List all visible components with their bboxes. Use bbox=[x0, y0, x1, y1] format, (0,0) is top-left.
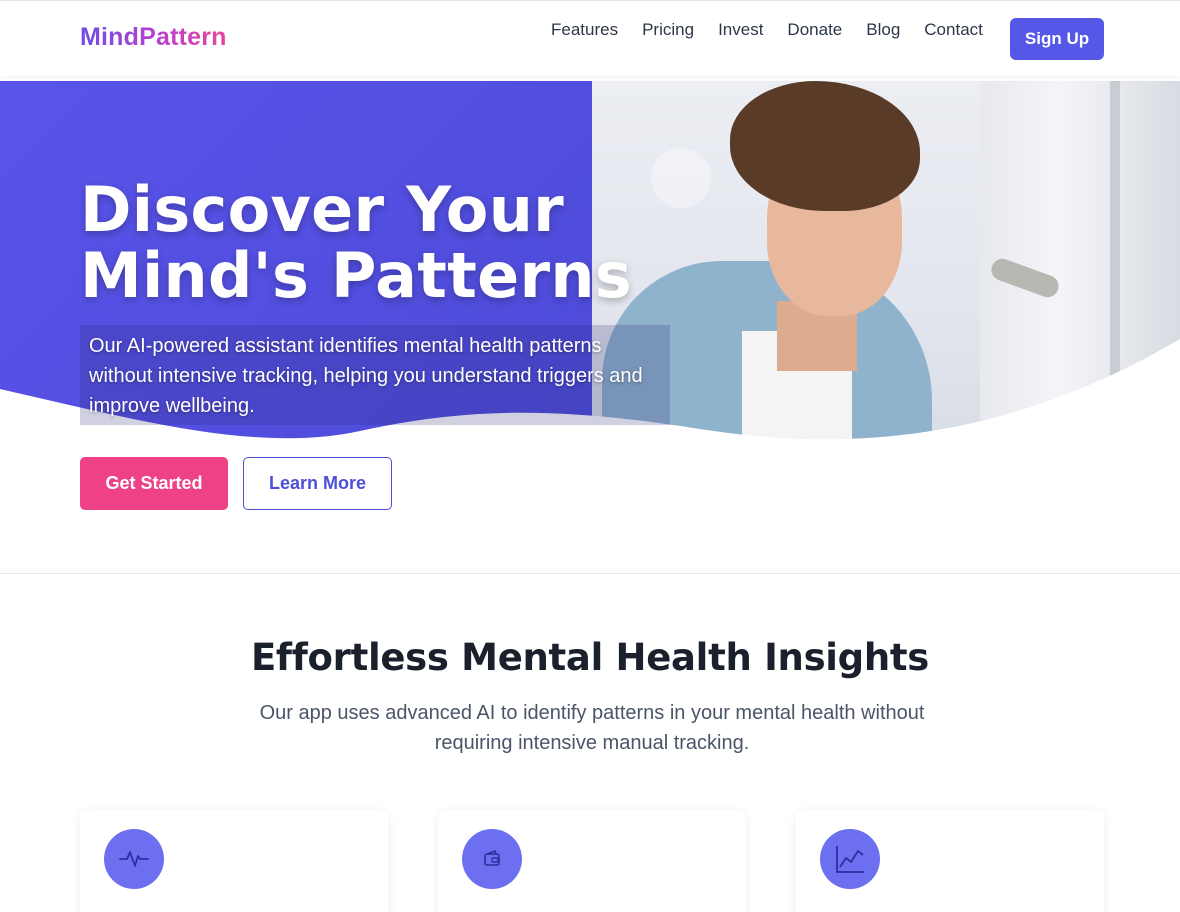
nav-link-contact[interactable]: Contact bbox=[924, 20, 983, 40]
features-subtitle: Our app uses advanced AI to identify pat… bbox=[259, 702, 925, 754]
feature-card bbox=[80, 810, 388, 912]
sign-up-button[interactable]: Sign Up bbox=[1010, 18, 1104, 60]
nav-link-donate[interactable]: Donate bbox=[787, 20, 842, 40]
get-started-button[interactable]: Get Started bbox=[80, 457, 228, 510]
nav-link-pricing[interactable]: Pricing bbox=[642, 20, 694, 40]
section-divider bbox=[0, 573, 1180, 574]
wallet-icon bbox=[462, 829, 522, 889]
features-title: Effortless Mental Health Insights bbox=[250, 636, 930, 679]
main-nav: Features Pricing Invest Donate Blog Cont… bbox=[551, 20, 1007, 40]
learn-more-button[interactable]: Learn More bbox=[243, 457, 392, 510]
nav-link-invest[interactable]: Invest bbox=[718, 20, 763, 40]
hero-title-line-2: Mind's Patterns bbox=[80, 239, 632, 312]
logo[interactable]: MindPattern bbox=[80, 23, 227, 52]
nav-link-blog[interactable]: Blog bbox=[866, 20, 900, 40]
hero-title-line-1: Discover Your bbox=[80, 173, 565, 246]
hero-section: Discover Your Mind's Patterns Our AI-pow… bbox=[0, 81, 1180, 573]
nav-link-features[interactable]: Features bbox=[551, 20, 618, 40]
feature-card bbox=[438, 810, 746, 912]
hero-subtitle: Our AI-powered assistant identifies ment… bbox=[89, 335, 643, 417]
hero-title: Discover Your Mind's Patterns bbox=[80, 173, 632, 312]
feature-card bbox=[796, 810, 1104, 912]
chart-line-icon bbox=[820, 829, 880, 889]
pulse-icon bbox=[104, 829, 164, 889]
site-header: MindPattern Features Pricing Invest Dona… bbox=[0, 0, 1180, 76]
